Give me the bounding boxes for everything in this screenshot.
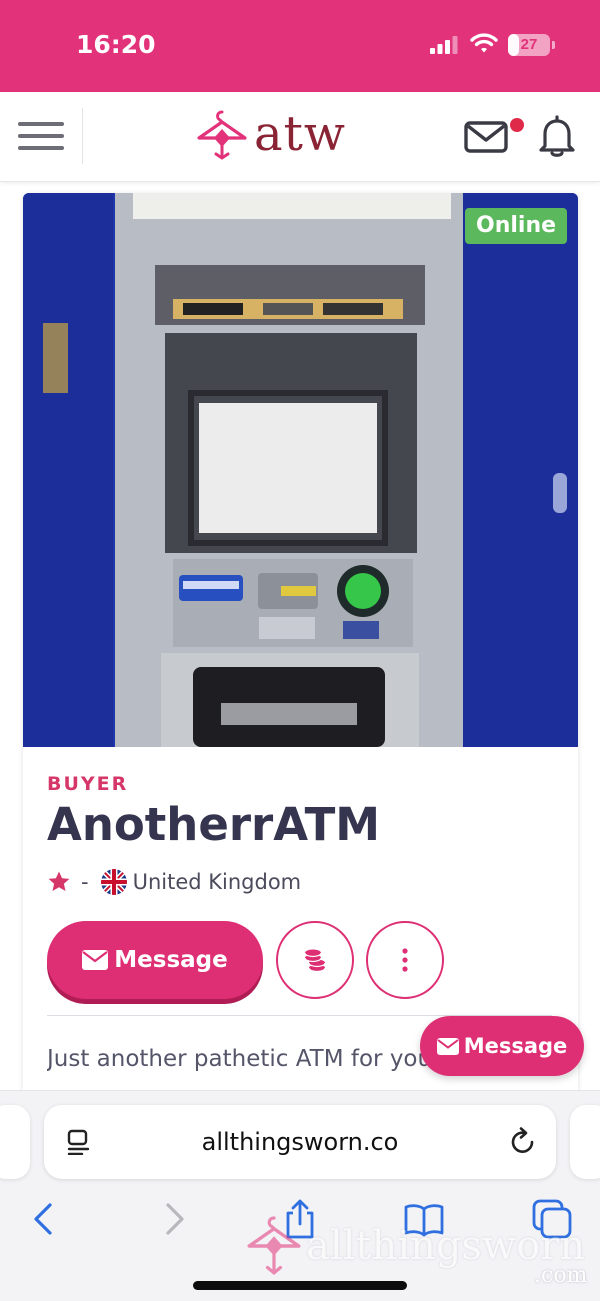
url-text: allthingsworn.co: [201, 1128, 399, 1156]
status-bar: 16:20 27: [0, 0, 600, 92]
message-button-label: Message: [114, 947, 228, 973]
watermark-suffix: .com: [534, 1263, 588, 1288]
site-logo[interactable]: atw: [196, 104, 346, 164]
reload-icon[interactable]: [509, 1127, 537, 1157]
online-status-badge: Online: [465, 208, 568, 244]
star-icon: [48, 871, 70, 891]
site-header: atw: [0, 92, 600, 182]
home-indicator: [193, 1281, 407, 1290]
coins-icon: [304, 949, 326, 973]
floating-message-label: Message: [463, 1034, 568, 1058]
unread-indicator: [510, 118, 524, 132]
rating-value: -: [81, 870, 89, 894]
profile-card: Online BUYER AnotherrATM - United Kingdo…: [23, 193, 578, 1113]
envelope-icon[interactable]: [464, 120, 508, 154]
chevron-right-icon[interactable]: [152, 1197, 196, 1241]
envelope-icon: [436, 1037, 459, 1055]
floating-message-button[interactable]: Message: [420, 1016, 584, 1076]
tip-button[interactable]: [276, 921, 354, 999]
message-button[interactable]: Message: [47, 921, 263, 999]
more-options-button[interactable]: [366, 921, 444, 999]
uk-flag-icon: [100, 869, 127, 895]
username: AnotherrATM: [47, 798, 381, 851]
header-divider: [82, 108, 83, 164]
wifi-icon: [470, 33, 498, 53]
hanger-watermark-icon: [247, 1216, 301, 1276]
bell-icon[interactable]: [537, 114, 577, 158]
envelope-icon: [82, 950, 109, 970]
battery-icon: 27: [508, 34, 550, 56]
next-tab-preview[interactable]: [570, 1105, 600, 1179]
user-role: BUYER: [47, 773, 129, 795]
logo-text: atw: [254, 106, 346, 162]
status-time: 16:20: [76, 30, 156, 59]
chevron-left-icon[interactable]: [22, 1197, 66, 1241]
country-name: United Kingdom: [132, 870, 302, 894]
profile-meta: - United Kingdom: [47, 868, 301, 896]
signal-icon: [430, 36, 458, 54]
profile-photo[interactable]: [23, 193, 578, 747]
address-bar[interactable]: allthingsworn.co: [44, 1105, 556, 1179]
hamburger-menu-icon[interactable]: [18, 118, 64, 154]
vertical-dots-icon: [402, 948, 408, 972]
hanger-logo-icon: [197, 110, 247, 160]
battery-level: 27: [520, 36, 538, 53]
previous-tab-preview[interactable]: [0, 1105, 30, 1179]
battery-cap: [552, 41, 555, 49]
browser-toolbar: allthingsworn.co allthingsworn .com: [0, 1090, 600, 1301]
